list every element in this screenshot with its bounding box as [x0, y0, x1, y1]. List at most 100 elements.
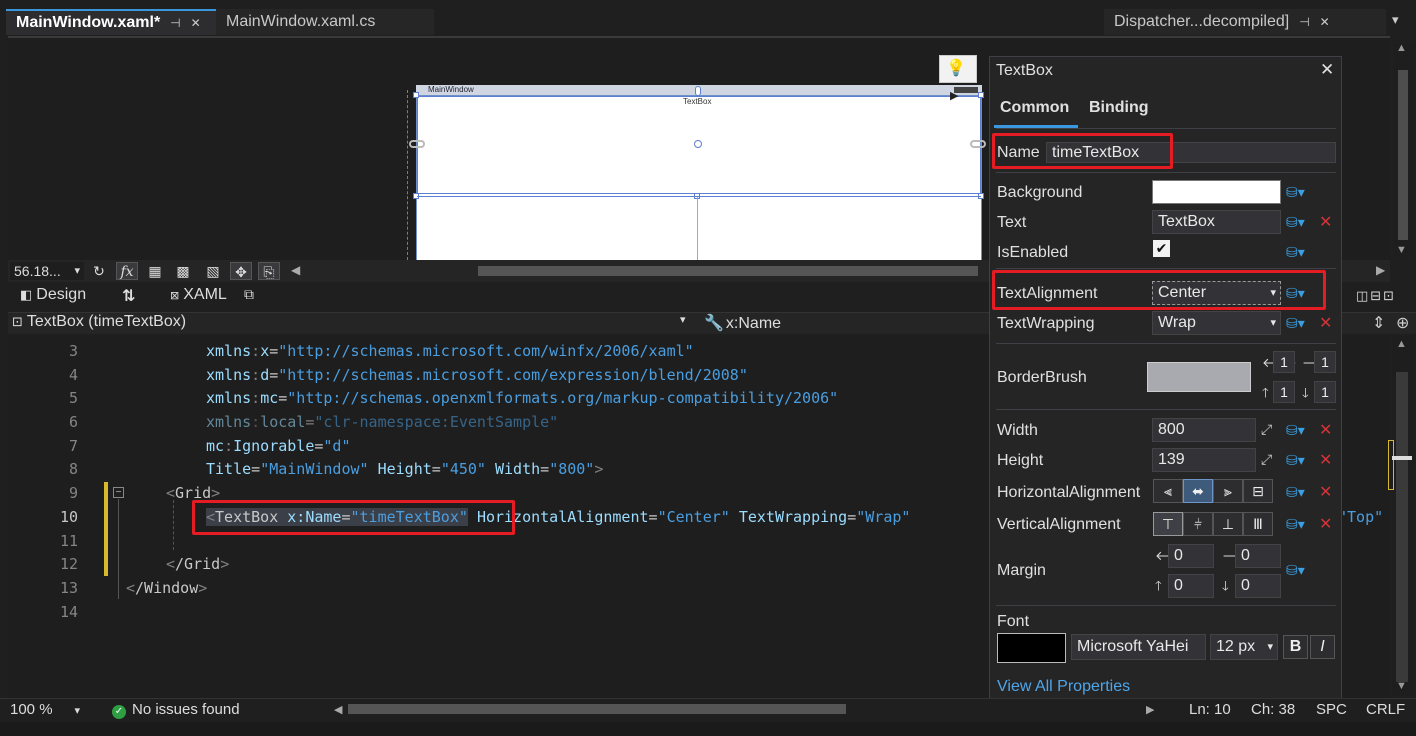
zoom-combobox[interactable]: 56.18... ▾: [10, 262, 84, 280]
align-bottom-button[interactable]: ⊥: [1213, 512, 1243, 536]
border-thickness-right[interactable]: 1: [1314, 351, 1336, 373]
reset-x-icon[interactable]: ✕: [1319, 420, 1332, 440]
height-field[interactable]: 139: [1152, 448, 1256, 472]
margin-bottom-field[interactable]: 0: [1235, 574, 1281, 598]
scrollbar-thumb[interactable]: [1396, 372, 1408, 682]
split-icon[interactable]: ⇕: [1372, 313, 1385, 333]
snap-to-lines-icon[interactable]: ✥: [230, 262, 252, 280]
scroll-up-icon[interactable]: ▲: [1396, 338, 1407, 350]
scroll-right-icon[interactable]: ▶: [1146, 703, 1154, 716]
editor-zoom-dropdown[interactable]: 100 % ▾: [10, 701, 80, 718]
scrollbar-thumb[interactable]: [1398, 70, 1408, 240]
font-size-combobox[interactable]: 12 px ▾: [1210, 634, 1278, 660]
border-thickness-left[interactable]: 1: [1273, 351, 1295, 373]
align-top-button[interactable]: ⊤: [1153, 512, 1183, 536]
pin-icon[interactable]: ⊣: [170, 16, 180, 30]
border-thickness-top[interactable]: 1: [1273, 381, 1295, 403]
tab-xaml[interactable]: ⊠ XAML: [170, 286, 227, 304]
database-icon[interactable]: ⛁▾: [1286, 422, 1305, 439]
auto-size-icon[interactable]: ⤢: [1261, 421, 1272, 438]
tab-mainwindow-xaml-cs[interactable]: MainWindow.xaml.cs: [216, 9, 434, 35]
scroll-left-icon[interactable]: ◀: [291, 263, 300, 277]
width-field[interactable]: 800: [1152, 418, 1256, 442]
database-icon[interactable]: ⛁▾: [1286, 484, 1305, 501]
font-family-combobox[interactable]: Microsoft YaHei: [1071, 634, 1206, 660]
scroll-down-icon[interactable]: ▼: [1396, 680, 1407, 692]
anchor-right-handle[interactable]: [970, 140, 986, 148]
element-dropdown[interactable]: ⊡ TextBox (timeTextBox) ▾: [12, 313, 686, 331]
designer-horizontal-scrollbar[interactable]: [478, 266, 978, 276]
swap-panes-button[interactable]: ⇅: [122, 286, 135, 306]
database-icon[interactable]: ⛁▾: [1286, 244, 1305, 261]
align-left-button[interactable]: ⫷: [1153, 479, 1183, 503]
tab-binding[interactable]: Binding: [1089, 99, 1149, 117]
pin-icon[interactable]: ⊣: [1299, 15, 1309, 29]
database-icon[interactable]: ⛁▾: [1286, 184, 1305, 201]
tab-dispatcher-decompiled[interactable]: Dispatcher...decompiled] ⊣ ✕: [1104, 9, 1386, 35]
code-line-4: xmlns:d="http://schemas.microsoft.com/ex…: [206, 366, 748, 384]
textwrapping-combobox[interactable]: Wrap ▾: [1152, 311, 1281, 335]
border-thickness-bottom[interactable]: 1: [1314, 381, 1336, 403]
align-vstretch-button[interactable]: Ⅲ: [1243, 512, 1273, 536]
align-middle-button[interactable]: ⫩: [1183, 512, 1213, 536]
scroll-up-icon[interactable]: ▲: [1396, 42, 1407, 54]
scroll-left-icon[interactable]: ◀: [334, 703, 342, 716]
database-icon[interactable]: ⛁▾: [1286, 452, 1305, 469]
database-icon[interactable]: ⛁▾: [1286, 214, 1305, 231]
align-right-button[interactable]: ⫸: [1213, 479, 1243, 503]
refresh-icon[interactable]: ↻: [88, 262, 110, 280]
italic-button[interactable]: I: [1310, 635, 1335, 659]
margin-top-field[interactable]: 0: [1168, 574, 1214, 598]
view-all-properties-link[interactable]: View All Properties: [997, 678, 1130, 696]
artboard-background-icon[interactable]: ▧: [202, 262, 224, 280]
add-icon[interactable]: ⊕: [1396, 313, 1409, 333]
editor-horizontal-scrollbar[interactable]: [348, 704, 846, 714]
scroll-down-icon[interactable]: ▼: [1396, 244, 1407, 256]
effects-icon[interactable]: fx: [116, 262, 138, 280]
reset-x-icon[interactable]: ✕: [1319, 313, 1332, 333]
tab-list-dropdown-icon[interactable]: ▾: [1392, 12, 1399, 28]
tab-design[interactable]: ◧ Design: [20, 286, 86, 304]
close-icon[interactable]: ✕: [1320, 15, 1330, 29]
tab-common[interactable]: Common: [1000, 99, 1069, 117]
bold-button[interactable]: B: [1283, 635, 1308, 659]
pane-layout-icons[interactable]: ◫⊟⊡: [1356, 288, 1396, 304]
margin-left-field[interactable]: 0: [1168, 544, 1214, 568]
fold-guide: [118, 499, 119, 599]
reset-x-icon[interactable]: ✕: [1319, 212, 1332, 232]
margin-right-field[interactable]: 0: [1235, 544, 1281, 568]
snap-gridlines-icon[interactable]: ▩: [172, 262, 194, 280]
lightbulb-icon[interactable]: 💡▶: [939, 55, 977, 102]
tab-mainwindow-xaml[interactable]: MainWindow.xaml* ⊣ ✕: [6, 9, 216, 35]
auto-size-icon[interactable]: ⤢: [1261, 451, 1272, 468]
project-code-icon[interactable]: ⎘: [258, 262, 280, 280]
resize-handle[interactable]: [413, 92, 419, 98]
center-handle[interactable]: [694, 140, 702, 148]
isenabled-checkbox[interactable]: ✔: [1153, 240, 1170, 257]
reset-x-icon[interactable]: ✕: [1319, 482, 1332, 502]
collapse-icon[interactable]: −: [113, 487, 124, 498]
background-swatch[interactable]: [1152, 180, 1281, 204]
close-icon[interactable]: ✕: [191, 16, 201, 30]
font-color-swatch[interactable]: [997, 633, 1066, 663]
align-center-button[interactable]: ⬌: [1183, 479, 1213, 503]
whitespace-indicator[interactable]: SPC: [1316, 701, 1347, 718]
member-dropdown[interactable]: 🔧 x:Name: [704, 313, 781, 333]
align-stretch-button[interactable]: ⊟: [1243, 479, 1273, 503]
grid-icon[interactable]: ▦: [144, 262, 166, 280]
database-icon[interactable]: ⛁▾: [1286, 562, 1305, 579]
anchor-top-handle[interactable]: [695, 86, 701, 96]
resize-handle[interactable]: [978, 92, 984, 98]
database-icon[interactable]: ⛁▾: [1286, 315, 1305, 332]
database-icon[interactable]: ⛁▾: [1286, 516, 1305, 533]
reset-x-icon[interactable]: ✕: [1319, 450, 1332, 470]
line-ending-indicator[interactable]: CRLF: [1366, 701, 1405, 718]
issues-indicator[interactable]: ✓ No issues found: [112, 701, 240, 719]
scroll-right-icon[interactable]: ▶: [1376, 263, 1385, 277]
popout-icon[interactable]: ⧉: [244, 286, 254, 303]
close-icon[interactable]: ✕: [1320, 60, 1334, 80]
reset-x-icon[interactable]: ✕: [1319, 514, 1332, 534]
borderbrush-swatch[interactable]: [1147, 362, 1251, 392]
text-field[interactable]: TextBox: [1152, 210, 1281, 234]
anchor-left-handle[interactable]: [409, 140, 425, 148]
